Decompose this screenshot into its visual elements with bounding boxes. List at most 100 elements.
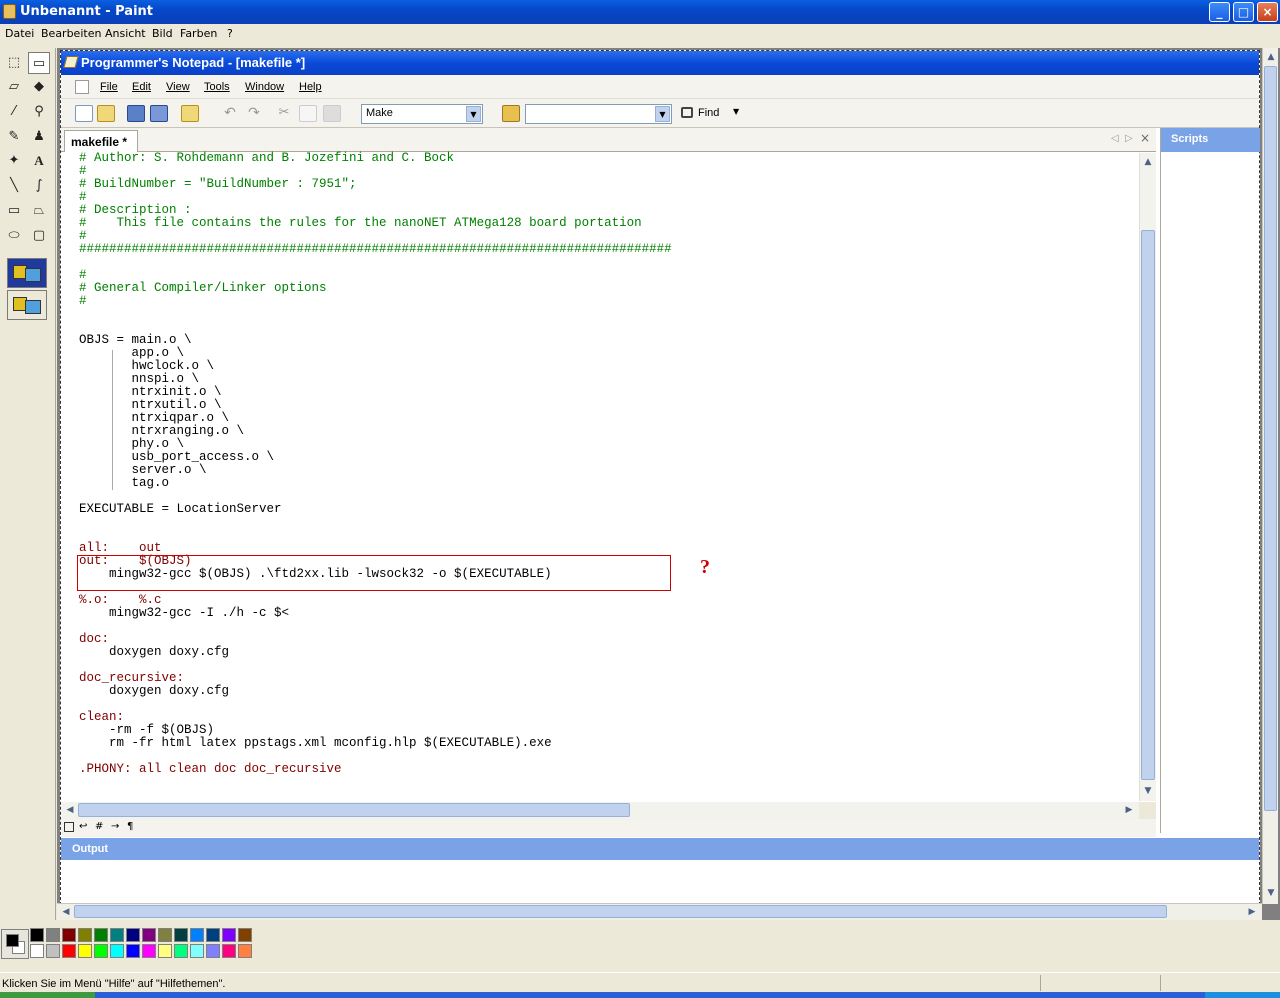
color-swatch[interactable]: [62, 928, 76, 942]
scroll-left-icon[interactable]: ◀: [59, 905, 73, 919]
editor-vertical-scrollbar: ▲ ▼: [1139, 153, 1156, 801]
color-swatch[interactable]: [78, 928, 92, 942]
menu-ansicht[interactable]: Ansicht: [105, 27, 146, 40]
paste-icon: [323, 105, 341, 122]
magnifier-icon[interactable]: ⚲: [28, 101, 50, 123]
color-swatch[interactable]: [110, 928, 124, 942]
current-colors[interactable]: [1, 929, 29, 959]
browse-icon: [181, 105, 199, 122]
minimize-button[interactable]: _: [1209, 2, 1230, 22]
foreground-color-swatch[interactable]: [6, 934, 19, 947]
canvas-vscroll-thumb[interactable]: [1264, 66, 1277, 811]
menu-bearbeiten[interactable]: Bearbeiten: [41, 27, 101, 40]
save-icon: [127, 105, 145, 122]
color-swatch[interactable]: [190, 944, 204, 958]
color-swatch[interactable]: [158, 944, 172, 958]
color-swatch[interactable]: [222, 944, 236, 958]
line-icon[interactable]: ╲: [3, 175, 25, 197]
polygon-icon[interactable]: ⏢: [28, 200, 50, 222]
color-swatch[interactable]: [94, 928, 108, 942]
code-line: #: [79, 294, 87, 308]
canvas-horizontal-scrollbar[interactable]: ◀ ▶: [57, 903, 1262, 920]
editor-status-strip: ↩ # → ¶: [61, 819, 1156, 837]
code-line: EXECUTABLE = LocationServer: [79, 502, 282, 516]
opaque-option-icon[interactable]: [7, 258, 47, 288]
rectangle-icon[interactable]: ▭: [3, 200, 25, 222]
color-swatch[interactable]: [206, 928, 220, 942]
paint-app-icon[interactable]: [3, 4, 16, 19]
eol-icon: ¶: [127, 821, 134, 832]
color-swatch[interactable]: [238, 944, 252, 958]
close-button[interactable]: ×: [1257, 2, 1278, 22]
canvas-vertical-scrollbar[interactable]: ▲ ▼: [1262, 48, 1278, 904]
airbrush-icon[interactable]: ✦: [3, 150, 25, 172]
color-swatch[interactable]: [206, 944, 220, 958]
scroll-up-icon[interactable]: ▲: [1264, 50, 1278, 64]
canvas-hscroll-thumb[interactable]: [74, 905, 1167, 918]
status-text: Klicken Sie im Menü "Hilfe" auf "Hilfeth…: [2, 978, 226, 990]
brush-icon[interactable]: ♟: [28, 126, 50, 148]
menu-farben[interactable]: Farben: [180, 27, 217, 40]
pn-app-icon: [63, 56, 79, 68]
code-line: rm -fr html latex ppstags.xml mconfig.hl…: [79, 736, 552, 750]
scheme-combo-value: Make: [366, 107, 393, 119]
color-swatch[interactable]: [142, 928, 156, 942]
menu-help[interactable]: ?: [227, 27, 233, 40]
menu-datei[interactable]: Datei: [5, 27, 34, 40]
code-line: ########################################…: [79, 242, 672, 256]
code-line: # BuildNumber = "BuildNumber : 7951";: [79, 177, 357, 191]
color-swatch[interactable]: [222, 928, 236, 942]
pencil-icon[interactable]: ✎: [3, 126, 25, 148]
code-line: doxygen doxy.cfg: [79, 684, 230, 698]
color-swatch[interactable]: [238, 928, 252, 942]
tab-prev-icon: ◁: [1111, 133, 1119, 144]
tab-makefile: makefile *: [64, 130, 138, 152]
color-swatch[interactable]: [158, 928, 172, 942]
pn-menu-help: Help: [299, 81, 322, 93]
color-swatch[interactable]: [46, 944, 60, 958]
scroll-down-icon[interactable]: ▼: [1264, 886, 1278, 900]
view-mode-icon: [64, 822, 74, 832]
color-swatch[interactable]: [174, 944, 188, 958]
pn-doc-icon: [75, 80, 89, 94]
cut-icon: ✂: [278, 105, 290, 120]
color-swatch[interactable]: [62, 944, 76, 958]
undo-icon: ↶: [224, 105, 236, 121]
maximize-button[interactable]: □: [1233, 2, 1254, 22]
scroll-right-icon[interactable]: ▶: [1245, 905, 1259, 919]
text-tool-icon[interactable]: A: [28, 150, 50, 172]
binoculars-icon: [681, 107, 693, 118]
rounded-rect-icon[interactable]: ▢: [28, 225, 50, 247]
color-swatch[interactable]: [30, 928, 44, 942]
color-swatch[interactable]: [142, 944, 156, 958]
pn-menu-file: File: [100, 81, 118, 93]
fill-bucket-icon[interactable]: ◆: [28, 76, 50, 98]
paint-title-bar[interactable]: Unbenannt - Paint _ □ ×: [0, 0, 1280, 24]
menu-bild[interactable]: Bild: [152, 27, 173, 40]
eraser-icon[interactable]: ▱: [3, 76, 25, 98]
color-swatch[interactable]: [30, 944, 44, 958]
editor-horizontal-scrollbar: ◀ ▶: [61, 802, 1139, 819]
scripts-panel: Scripts: [1160, 128, 1260, 833]
color-swatch[interactable]: [190, 928, 204, 942]
color-swatch[interactable]: [46, 928, 60, 942]
chevron-down-icon: ▼: [466, 106, 481, 122]
color-swatch[interactable]: [174, 928, 188, 942]
rect-select-icon[interactable]: ▭: [28, 52, 50, 74]
transparent-option-icon[interactable]: [7, 290, 47, 320]
open-folder-icon: [97, 105, 115, 122]
ellipse-icon[interactable]: ⬭: [3, 225, 25, 247]
taskbar-strip: [0, 992, 1280, 998]
curve-icon[interactable]: ∫: [28, 175, 50, 197]
free-select-icon[interactable]: ⬚: [3, 52, 25, 74]
color-swatch[interactable]: [126, 944, 140, 958]
color-swatch[interactable]: [110, 944, 124, 958]
whitespace-icon: →: [111, 821, 120, 832]
color-picker-icon[interactable]: ⁄: [3, 101, 25, 123]
pn-menu-view: View: [166, 81, 190, 93]
color-swatch[interactable]: [94, 944, 108, 958]
color-swatch[interactable]: [78, 944, 92, 958]
code-editor: # Author: S. Rohdemann and B. Jozefini a…: [61, 152, 1156, 802]
color-swatch[interactable]: [126, 928, 140, 942]
